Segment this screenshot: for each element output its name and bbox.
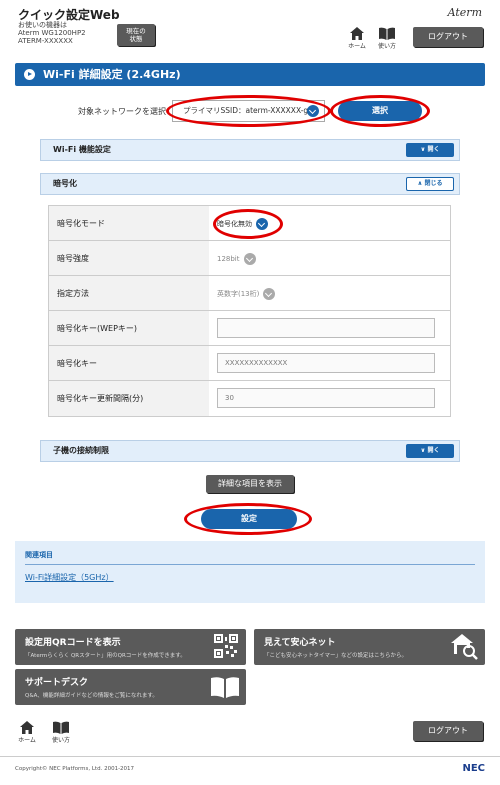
tile-title: サポートデスク bbox=[25, 678, 89, 688]
section-child-limit[interactable]: 子機の接続制限 ∨ 開く bbox=[40, 440, 460, 462]
tile-title: 設定用QRコードを表示 bbox=[25, 638, 121, 648]
row-label: 暗号強度 bbox=[49, 241, 209, 275]
related-link-5ghz[interactable]: Wi-Fi詳細設定（5GHz） bbox=[25, 572, 114, 583]
chevron-down-icon bbox=[243, 253, 256, 265]
logout-button[interactable]: ログアウト bbox=[413, 27, 483, 47]
tile-desc: 「Atermらくらく QRスタート」用のQRコードを作成できます。 bbox=[25, 653, 186, 659]
section-encryption[interactable]: 暗号化 ∧ 閉じる bbox=[40, 173, 460, 195]
header: クイック設定Web お使いの機器は Aterm WG1200HP2 ATERM-… bbox=[0, 0, 500, 58]
home-icon bbox=[350, 27, 364, 40]
related-heading: 関連項目 bbox=[25, 551, 53, 559]
nec-logo: NEC bbox=[462, 763, 485, 774]
tile-desc: 「こども安心ネットタイマー」などの設定はこちらから。 bbox=[264, 653, 408, 659]
house-search-icon bbox=[451, 634, 478, 660]
section-wifi-function[interactable]: Wi-Fi 機能設定 ∨ 開く bbox=[40, 139, 460, 161]
table-row: 暗号化モード 暗号化無効 bbox=[49, 206, 450, 241]
table-row: 指定方法 英数字(13桁) bbox=[49, 276, 450, 311]
device-info-line: お使いの機器は bbox=[18, 21, 67, 29]
table-row: 暗号化キー(WEPキー) bbox=[49, 311, 450, 346]
section-title: 暗号化 bbox=[53, 179, 77, 188]
device-name: ATERM-XXXXXX bbox=[18, 37, 73, 45]
row-label: 指定方法 bbox=[49, 276, 209, 310]
safety-net-tile[interactable]: 見えて安心ネット 「こども安心ネットタイマー」などの設定はこちらから。 bbox=[254, 629, 485, 665]
apply-button[interactable]: 設定 bbox=[201, 509, 297, 529]
status-label-1: 現在の bbox=[126, 27, 146, 35]
select-value: 英数字(13桁) bbox=[217, 290, 260, 298]
row-value: 英数字(13桁) bbox=[209, 276, 450, 310]
row-value: 30 bbox=[209, 381, 450, 416]
select-value: 暗号化無効 bbox=[217, 220, 252, 228]
chevron-down-icon bbox=[256, 218, 268, 230]
page-title-bar: Wi-Fi 詳細設定 (2.4GHz) bbox=[15, 63, 485, 86]
footer-home-button[interactable]: ホーム bbox=[15, 721, 39, 744]
footer-help-button[interactable]: 使い方 bbox=[49, 721, 73, 744]
wep-key-input[interactable] bbox=[217, 318, 435, 338]
strength-select[interactable]: 128bit bbox=[217, 250, 256, 268]
encryption-settings-table: 暗号化モード 暗号化無効 暗号強度 128bit 指定方法 英数字(13桁) 暗… bbox=[48, 205, 451, 417]
row-label: 暗号化キー(WEPキー) bbox=[49, 311, 209, 345]
qr-code-tile[interactable]: 設定用QRコードを表示 「Atermらくらく QRスタート」用のQRコードを作成… bbox=[15, 629, 246, 665]
status-label-2: 状態 bbox=[129, 35, 143, 43]
method-select[interactable]: 英数字(13桁) bbox=[217, 285, 276, 303]
help-button[interactable]: 使い方 bbox=[375, 27, 399, 50]
device-info: お使いの機器は Aterm WG1200HP2 ATERM-XXXXXX bbox=[18, 21, 86, 45]
home-button[interactable]: ホーム bbox=[345, 27, 369, 50]
divider bbox=[25, 564, 475, 565]
chevron-down-icon bbox=[263, 288, 276, 300]
current-status-button[interactable]: 現在の 状態 bbox=[117, 24, 155, 46]
help-label: 使い方 bbox=[377, 43, 396, 50]
footer-divider bbox=[0, 756, 500, 757]
book-icon bbox=[379, 27, 395, 40]
page-title: Wi-Fi 詳細設定 (2.4GHz) bbox=[43, 68, 181, 81]
table-row: 暗号化キー更新間隔(分) 30 bbox=[49, 381, 450, 416]
expand-button[interactable]: ∨ 開く bbox=[406, 143, 454, 157]
chevron-down-icon bbox=[307, 105, 319, 117]
expand-button[interactable]: ∨ 開く bbox=[406, 444, 454, 458]
table-row: 暗号強度 128bit bbox=[49, 241, 450, 276]
section-title: 子機の接続制限 bbox=[53, 446, 109, 455]
home-icon bbox=[20, 721, 34, 734]
qr-code-icon bbox=[214, 634, 238, 658]
book-icon bbox=[53, 721, 69, 734]
home-label: ホーム bbox=[348, 43, 366, 50]
support-desk-tile[interactable]: サポートデスク Q&A、機能詳細ガイドなどの情報をご覧になれます。 bbox=[15, 669, 246, 705]
collapse-button[interactable]: ∧ 閉じる bbox=[406, 177, 454, 191]
encryption-key-input[interactable]: XXXXXXXXXXXXX bbox=[217, 353, 435, 373]
tile-desc: Q&A、機能詳細ガイドなどの情報をご覧になれます。 bbox=[25, 693, 158, 699]
row-label: 暗号化モード bbox=[49, 206, 209, 240]
home-label: ホーム bbox=[18, 737, 36, 744]
related-items: 関連項目 Wi-Fi詳細設定（5GHz） bbox=[15, 541, 485, 603]
brand-logo: Aterm bbox=[447, 6, 482, 19]
help-label: 使い方 bbox=[51, 737, 70, 744]
arrow-right-icon bbox=[24, 69, 35, 80]
network-select[interactable]: プライマリSSID：aterm-XXXXXX-g bbox=[172, 100, 325, 122]
row-label: 暗号化キー更新間隔(分) bbox=[49, 381, 209, 416]
table-row: 暗号化キー XXXXXXXXXXXXX bbox=[49, 346, 450, 381]
select-value: 128bit bbox=[217, 255, 240, 263]
row-value: XXXXXXXXXXXXX bbox=[209, 346, 450, 380]
device-model: Aterm WG1200HP2 bbox=[18, 29, 86, 37]
show-details-button[interactable]: 詳細な項目を表示 bbox=[206, 475, 294, 493]
select-network-button[interactable]: 選択 bbox=[338, 101, 422, 121]
tile-title: 見えて安心ネット bbox=[264, 638, 336, 648]
encryption-mode-select[interactable]: 暗号化無効 bbox=[217, 215, 268, 233]
row-label: 暗号化キー bbox=[49, 346, 209, 380]
section-title: Wi-Fi 機能設定 bbox=[53, 145, 111, 154]
book-icon bbox=[211, 677, 239, 698]
row-value bbox=[209, 311, 450, 345]
footer-logout-button[interactable]: ログアウト bbox=[413, 721, 483, 741]
row-value: 暗号化無効 bbox=[209, 206, 450, 240]
copyright: Copyright© NEC Platforms, Ltd. 2001-2017 bbox=[15, 766, 135, 772]
network-select-value: プライマリSSID：aterm-XXXXXX-g bbox=[183, 106, 309, 115]
row-value: 128bit bbox=[209, 241, 450, 275]
network-select-label: 対象ネットワークを選択 bbox=[78, 107, 166, 116]
key-interval-input[interactable]: 30 bbox=[217, 388, 435, 408]
